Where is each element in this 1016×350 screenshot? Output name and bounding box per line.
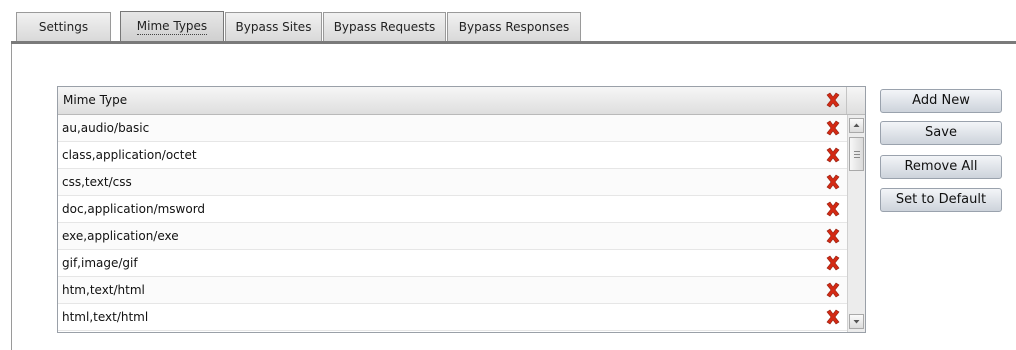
tab-bypass-sites[interactable]: Bypass Sites [225,12,322,41]
add-new-button[interactable]: Add New [880,89,1002,113]
scroll-down-button[interactable] [849,314,864,329]
table-row[interactable]: exe,application/exe [58,223,847,250]
mime-type-cell: css,text/css [62,175,132,189]
delete-x-icon [826,228,840,244]
scroll-thumb[interactable] [849,137,864,171]
mime-type-cell: exe,application/exe [62,229,179,243]
mime-type-cell: doc,application/msword [62,202,206,216]
chevron-up-icon [853,123,860,127]
grid-rows: au,audio/basic class,application/octet c… [58,115,847,331]
delete-x-icon [826,309,840,325]
mime-type-grid: Mime Type au,audio/basic class,applicati… [57,86,866,333]
delete-row-button[interactable] [820,250,846,276]
tab-label: Settings [38,20,89,34]
grid-header: Mime Type [58,87,865,115]
remove-all-button[interactable]: Remove All [880,155,1002,179]
delete-row-button[interactable] [820,142,846,168]
tab-divider [11,41,1016,44]
tab-label: Bypass Sites [235,20,312,34]
grip-line [854,154,860,155]
table-row[interactable]: gif,image/gif [58,250,847,277]
delete-row-button[interactable] [820,223,846,249]
vertical-scrollbar[interactable] [847,115,865,332]
mime-type-cell: html,text/html [62,310,149,324]
header-separator [846,87,847,114]
table-row[interactable]: htm,text/html [58,277,847,304]
mime-type-cell: class,application/octet [62,148,197,162]
grip-line [854,157,860,158]
delete-x-icon [826,174,840,190]
delete-row-button[interactable] [820,304,846,330]
delete-x-icon [826,201,840,217]
delete-row-button[interactable] [820,196,846,222]
scroll-up-button[interactable] [849,118,864,133]
grip-line [854,151,860,152]
table-row[interactable]: au,audio/basic [58,115,847,142]
table-row[interactable]: doc,application/msword [58,196,847,223]
chevron-down-icon [853,320,860,324]
tab-label: Mime Types [136,19,208,35]
table-row[interactable]: css,text/css [58,169,847,196]
delete-row-button[interactable] [820,115,846,141]
mime-type-cell: au,audio/basic [62,121,150,135]
mime-type-cell: gif,image/gif [62,256,138,270]
table-row[interactable]: html,text/html [58,304,847,331]
delete-x-icon [826,255,840,271]
delete-x-icon [826,147,840,163]
mime-type-cell: htm,text/html [62,283,145,297]
delete-row-button[interactable] [820,169,846,195]
delete-all-header-button[interactable] [820,87,846,114]
tab-bypass-requests[interactable]: Bypass Requests [323,12,446,41]
set-to-default-button[interactable]: Set to Default [880,188,1002,212]
panel-border [11,44,12,350]
delete-row-button[interactable] [820,277,846,303]
delete-x-icon [826,282,840,298]
delete-x-icon [826,92,840,108]
tab-mime-types[interactable]: Mime Types [120,11,224,42]
delete-x-icon [826,120,840,136]
tab-settings[interactable]: Settings [16,12,111,41]
save-button[interactable]: Save [880,121,1002,145]
column-header-mime-type: Mime Type [63,93,128,107]
tab-label: Bypass Responses [458,20,570,34]
table-row[interactable]: class,application/octet [58,142,847,169]
tab-label: Bypass Requests [333,20,436,34]
tab-bypass-responses[interactable]: Bypass Responses [447,12,581,41]
